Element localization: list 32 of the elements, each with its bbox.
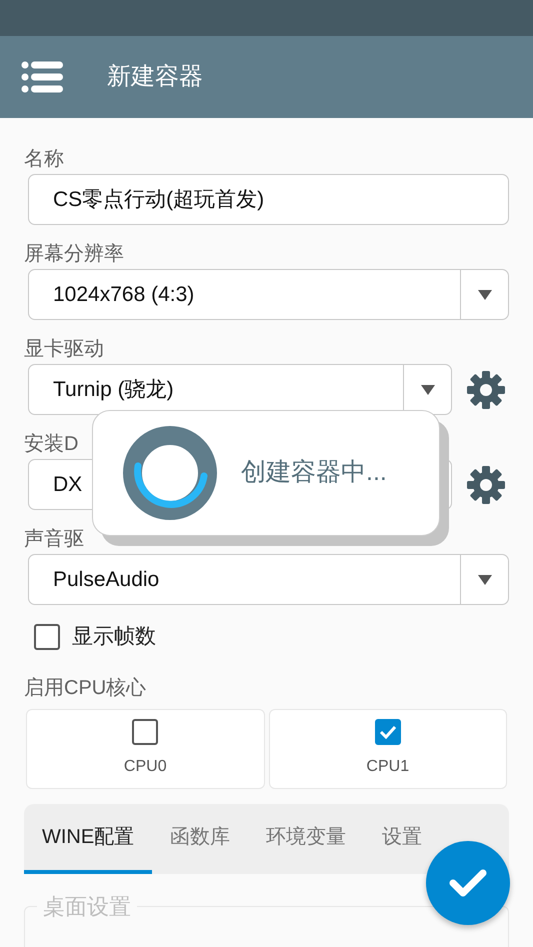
dropdown[interactable]: 1024x768 (4:3) [28,269,509,320]
screen-title: 新建容器 [107,62,203,92]
menu-icon[interactable] [21,61,63,93]
caret-icon [476,288,492,300]
checkbox[interactable] [132,718,158,744]
dropdown[interactable]: PulseAudio [28,554,509,605]
checkbox[interactable] [374,718,401,744]
progress-message: 创建容器中... [241,457,387,488]
spinner-icon [123,426,217,520]
check-icon [449,868,487,898]
tab[interactable]: 函数库 [152,804,248,874]
field-label: 屏幕分辨率 [24,242,125,267]
tab[interactable]: WINE配置 [24,804,152,874]
field-label: 启用CPU核心 [24,676,148,700]
checkbox[interactable] [34,624,60,650]
confirm-button[interactable] [426,841,510,925]
checkbox-label: CPU1 [366,756,410,776]
settings-icon[interactable] [466,464,506,504]
caret-icon [476,574,492,586]
tab[interactable]: 设置 [364,804,422,874]
field-label: 安装D [24,432,80,457]
field-label: 名称 [24,147,65,172]
settings-icon[interactable] [466,370,506,410]
check-icon [378,724,397,738]
text-field[interactable]: CS零点行动(超玩首发) [28,174,509,225]
checkbox-label: CPU0 [124,756,167,776]
tab[interactable]: 环境变量 [248,804,364,874]
dropdown[interactable]: Turnip (骁龙) [28,364,452,415]
checkbox-label: 显示帧数 [72,624,156,650]
caret-icon [420,384,436,396]
field-label: 声音驱 [24,527,85,552]
field-label: 显卡驱动 [24,337,105,362]
